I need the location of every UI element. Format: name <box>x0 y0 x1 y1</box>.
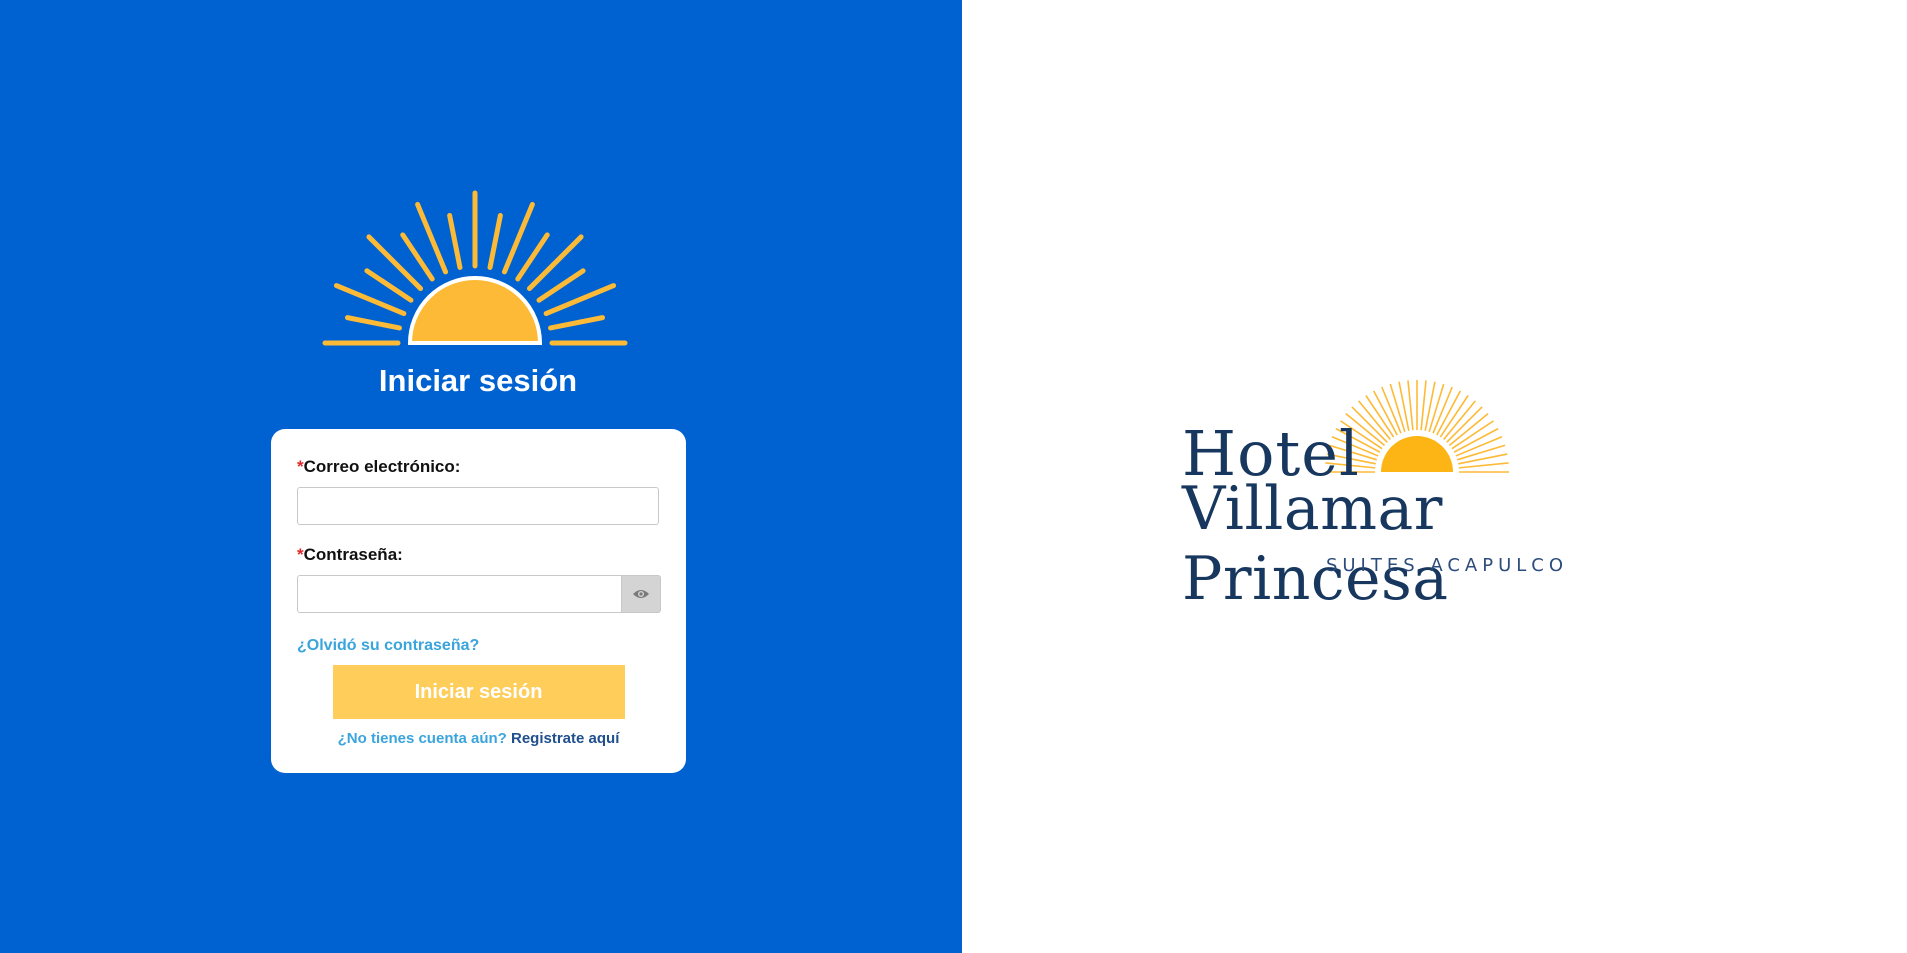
login-panel: Iniciar sesión *Correo electrónico: *Con… <box>0 0 962 953</box>
password-row <box>297 575 661 613</box>
password-input[interactable] <box>297 575 622 613</box>
login-form: *Correo electrónico: *Contraseña: ¿Olvid… <box>271 429 686 773</box>
password-field-group: *Contraseña: <box>297 545 661 613</box>
hotel-tagline: SUITES ACAPULCO <box>1325 555 1569 576</box>
register-prompt: ¿No tienes cuenta aún? <box>337 730 507 747</box>
password-label-text: Contraseña: <box>303 545 403 564</box>
required-marker: * <box>297 545 304 564</box>
register-line: ¿No tienes cuenta aún? Registrate aquí <box>297 730 660 747</box>
eye-icon <box>633 590 649 598</box>
login-button[interactable]: Iniciar sesión <box>332 665 625 719</box>
forgot-password-link[interactable]: ¿Olvidó su contraseña? <box>297 637 479 655</box>
email-label: *Correo electrónico: <box>297 457 660 477</box>
show-password-toggle[interactable] <box>622 575 661 613</box>
email-label-text: Correo electrónico: <box>303 457 461 476</box>
email-field-group: *Correo electrónico: <box>297 457 660 525</box>
required-marker: * <box>297 457 304 476</box>
email-input[interactable] <box>297 487 659 525</box>
sun-icon <box>322 190 628 346</box>
register-link[interactable]: Registrate aquí <box>511 730 619 747</box>
hotel-name-line2: Villamar Princesa <box>1182 474 1449 614</box>
password-label: *Contraseña: <box>297 545 660 565</box>
brand-panel: Hotel Villamar Princesa SUITES ACAPULCO <box>962 0 1907 953</box>
hotel-logo: Hotel Villamar Princesa SUITES ACAPULCO <box>1182 375 1722 614</box>
page-title: Iniciar sesión <box>378 363 578 398</box>
